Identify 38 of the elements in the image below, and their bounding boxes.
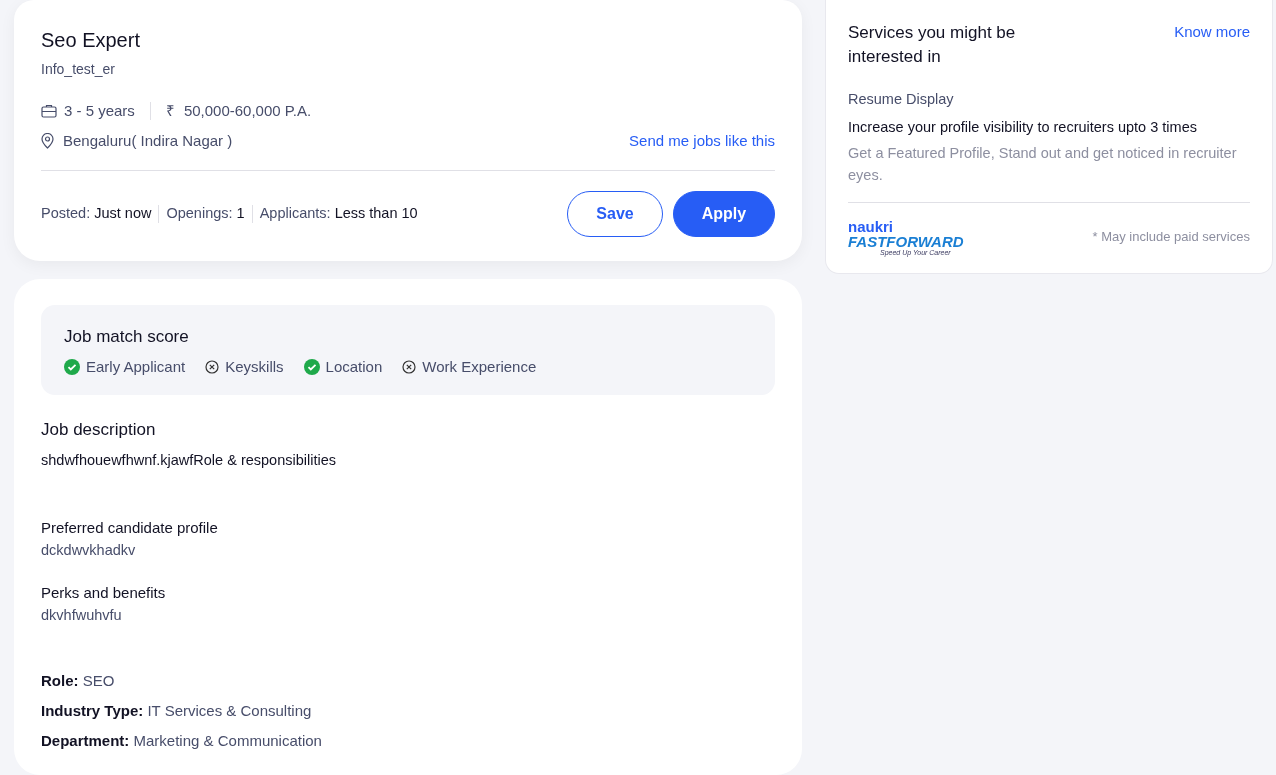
job-stat: Openings: 1 xyxy=(166,204,245,224)
match-criterion: Location xyxy=(325,357,383,377)
job-title: Seo Expert xyxy=(41,28,141,53)
section-text: dckdwvkhadkv xyxy=(41,541,137,560)
match-criterion: Early Applicant xyxy=(86,357,186,377)
cross-circle-icon xyxy=(205,360,220,374)
company-name: Info_test_er xyxy=(41,60,116,79)
save-button[interactable]: Save xyxy=(567,191,663,237)
check-icon xyxy=(303,359,320,375)
description-title: Job description xyxy=(41,419,157,441)
paid-services-note: * May include paid services xyxy=(1092,228,1250,247)
services-title: Services you might be interested in xyxy=(848,22,1017,68)
match-criterion: Work Experience xyxy=(422,357,537,377)
rupee-icon: ₹ xyxy=(165,100,175,123)
service-description: Get a Featured Profile, Stand out and get noticed in recruiter eyes. xyxy=(848,143,1238,185)
apply-button[interactable]: Apply xyxy=(673,191,775,237)
section-heading: Perks and benefits xyxy=(41,583,167,603)
service-category: Resume Display xyxy=(848,90,955,109)
briefcase-icon xyxy=(41,104,57,119)
location-pin-icon xyxy=(41,132,54,149)
job-stat: Posted: Just now xyxy=(41,204,152,224)
cross-circle-icon xyxy=(402,360,417,374)
job-detail: Department: Marketing & Communication xyxy=(41,731,323,751)
section-text: dkvhfwuhvfu xyxy=(41,606,123,625)
description-text: shdwfhouewfhwnf.kjawfRole & responsibilities xyxy=(41,451,337,470)
match-score-title: Job match score xyxy=(64,327,190,347)
experience-text: 3 - 5 years xyxy=(64,101,135,121)
service-headline: Increase your profile visibility to recruiters upto 3 times xyxy=(848,117,1198,137)
location-text: Bengaluru( Indira Nagar ) xyxy=(63,130,233,151)
send-jobs-link[interactable]: Send me jobs like this xyxy=(629,129,775,152)
know-more-link[interactable]: Know more xyxy=(1174,21,1250,44)
job-stat: Applicants: Less than 10 xyxy=(259,204,418,224)
check-icon xyxy=(64,359,80,375)
job-detail: Industry Type: IT Services & Consulting xyxy=(41,701,313,721)
match-criterion: Keyskills xyxy=(225,357,284,377)
salary-text: 50,000-60,000 P.A. xyxy=(183,101,312,121)
section-heading: Preferred candidate profile xyxy=(41,518,219,538)
job-detail: Role: SEO xyxy=(41,671,116,691)
